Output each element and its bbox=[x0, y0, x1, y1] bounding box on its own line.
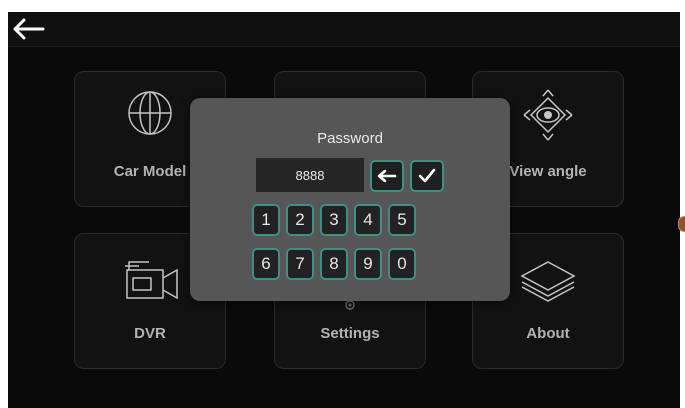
key-0[interactable]: 0 bbox=[388, 248, 416, 280]
key-5[interactable]: 5 bbox=[388, 204, 416, 236]
password-input[interactable] bbox=[256, 158, 364, 192]
key-7[interactable]: 7 bbox=[286, 248, 314, 280]
key-6[interactable]: 6 bbox=[252, 248, 280, 280]
top-bar bbox=[8, 12, 680, 47]
edge-indicator bbox=[678, 216, 685, 232]
dialog-title: Password bbox=[317, 130, 383, 147]
key-1[interactable]: 1 bbox=[252, 204, 280, 236]
backspace-button[interactable] bbox=[370, 160, 404, 192]
key-9[interactable]: 9 bbox=[354, 248, 382, 280]
backspace-arrow-icon bbox=[377, 169, 397, 183]
checkmark-icon bbox=[418, 168, 436, 183]
password-dialog: Password 1 2 3 4 5 6 7 8 9 0 bbox=[190, 98, 510, 301]
key-8[interactable]: 8 bbox=[320, 248, 348, 280]
app-screen: Car Model View angle DVR Settings About … bbox=[8, 12, 680, 408]
back-arrow-icon[interactable] bbox=[11, 17, 47, 41]
key-3[interactable]: 3 bbox=[320, 204, 348, 236]
key-4[interactable]: 4 bbox=[354, 204, 382, 236]
confirm-button[interactable] bbox=[410, 160, 444, 192]
key-2[interactable]: 2 bbox=[286, 204, 314, 236]
